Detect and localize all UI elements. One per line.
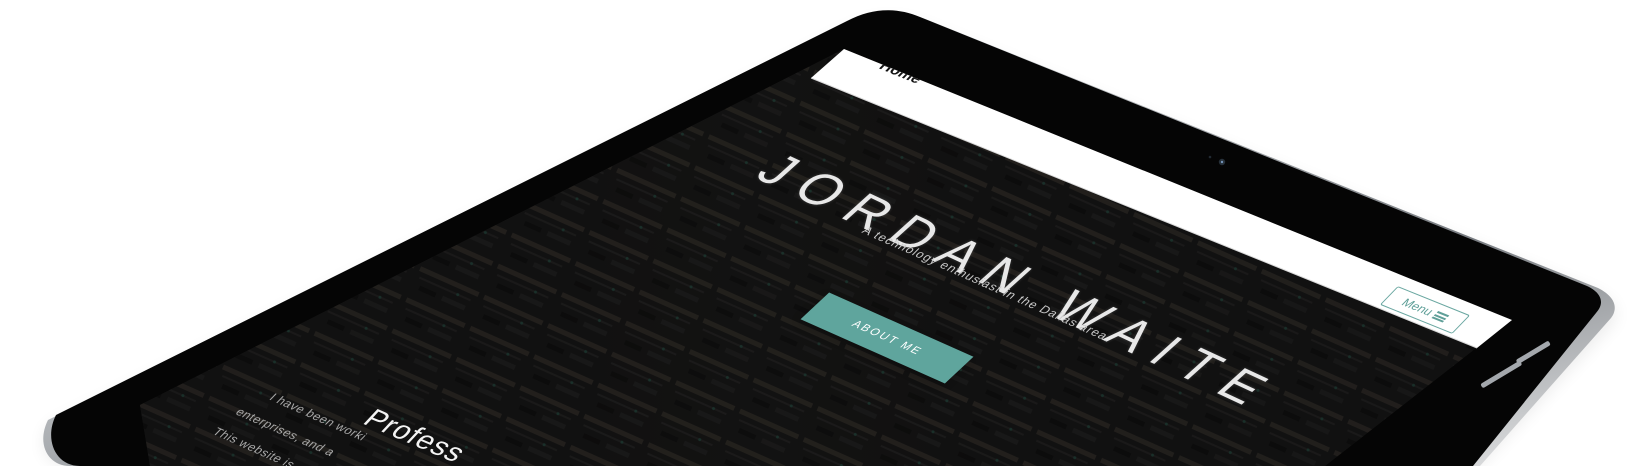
tablet-device (43, 10, 1617, 466)
camera-lens-icon (1220, 160, 1224, 164)
sensor-icon (1208, 155, 1212, 159)
product-mockup: Home Menu JORDAN WAITE A technology enth… (0, 0, 1650, 466)
hamburger-menu-icon (1431, 311, 1450, 323)
menu-label: Menu (1398, 295, 1437, 319)
